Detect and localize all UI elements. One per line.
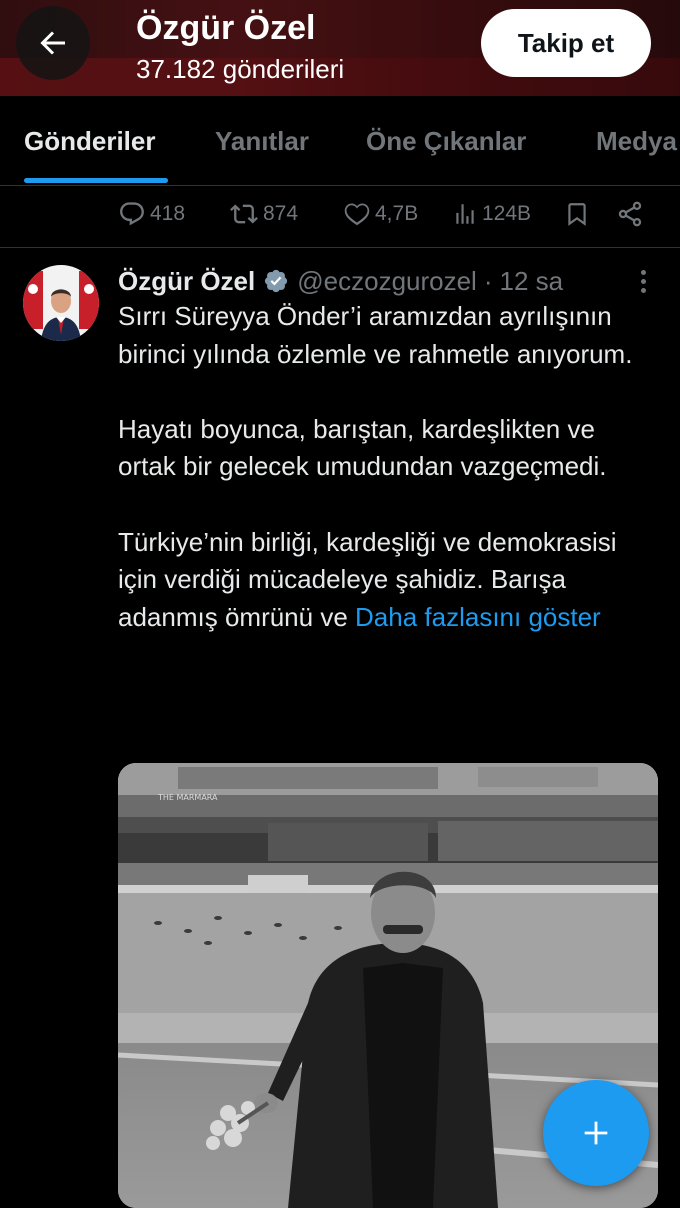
reply-icon: [120, 202, 144, 226]
compose-button[interactable]: [543, 1080, 649, 1186]
tweet-author-name[interactable]: Özgür Özel: [118, 266, 255, 297]
tweet-paragraph: Hayatı boyunca, barıştan, kardeşlikten v…: [118, 413, 607, 482]
tab-posts[interactable]: Gönderiler: [24, 126, 155, 157]
reply-count: 418: [150, 202, 186, 225]
repost-count: 874: [263, 202, 299, 225]
like-icon: [344, 203, 370, 226]
tweet-paragraph: Sırrı Süreyya Önder’i aramızdan ayrılışı…: [118, 301, 633, 369]
more-options-icon[interactable]: [630, 266, 656, 296]
views-count: 124B: [482, 202, 532, 225]
posts-count: 37.182 gönderileri: [136, 54, 345, 84]
profile-name: Özgür Özel: [136, 9, 316, 47]
separator-dot: ·: [483, 265, 493, 296]
tweet-text: Sırrı Süreyya Önder’i aramızdan ayrılışı…: [118, 298, 658, 636]
back-button[interactable]: [16, 6, 90, 80]
tab-highlights[interactable]: Öne Çıkanlar: [366, 126, 526, 157]
author-avatar[interactable]: [23, 265, 99, 341]
profile-tabs: Gönderiler Yanıtlar Öne Çıkanlar Medya: [0, 96, 680, 186]
reply-button[interactable]: 418: [118, 198, 185, 230]
profile-header: Özgür Özel 37.182 gönderileri Takip et: [0, 0, 680, 96]
share-icon: [618, 201, 642, 227]
tweet-author-handle[interactable]: @eczozgurozel: [297, 266, 477, 297]
share-button[interactable]: [616, 198, 644, 230]
tab-replies[interactable]: Yanıtlar: [215, 126, 309, 157]
arrow-left-icon: [40, 31, 65, 55]
repost-icon: [230, 204, 258, 224]
views-button[interactable]: 124B: [452, 198, 531, 230]
bookmark-button[interactable]: [564, 198, 590, 230]
views-icon: [456, 204, 474, 224]
verified-badge-icon[interactable]: [263, 268, 289, 294]
tweet-header: Özgür Özel @eczozgurozel · 12 sa: [118, 262, 563, 300]
plus-icon: [584, 1121, 608, 1145]
active-tab-indicator: [24, 178, 168, 183]
tab-media[interactable]: Medya: [596, 126, 677, 157]
bookmark-icon: [568, 203, 586, 226]
like-count: 4,7B: [375, 202, 419, 225]
tweet-paragraph: Türkiye’nin birliği, kardeşliği ve demok…: [118, 526, 617, 632]
show-more-link[interactable]: Daha fazlasını göster: [355, 602, 601, 632]
repost-button[interactable]: 874: [229, 198, 298, 230]
building-sign: THE MARMARA: [157, 793, 218, 802]
previous-tweet-actions: 418 874 4,7B 124B: [0, 186, 680, 248]
follow-button[interactable]: Takip et: [481, 9, 651, 77]
tweet-timestamp[interactable]: 12 sa: [500, 266, 564, 297]
like-button[interactable]: 4,7B: [343, 198, 418, 230]
